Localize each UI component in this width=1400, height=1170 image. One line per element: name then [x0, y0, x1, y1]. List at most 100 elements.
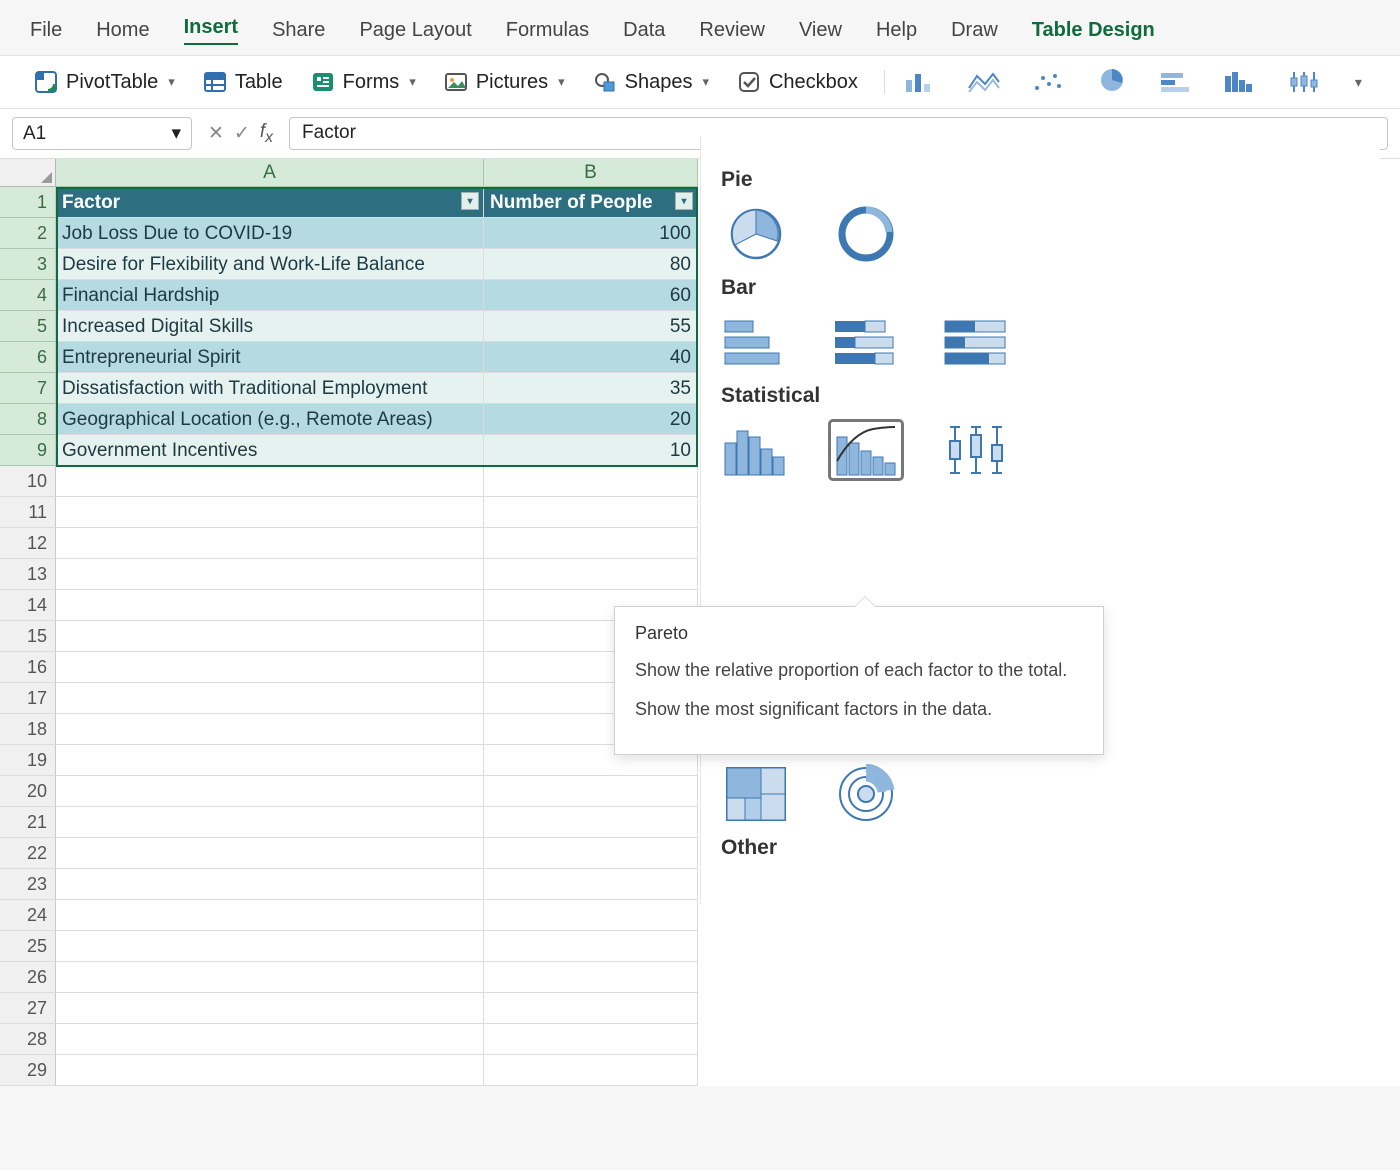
empty-cell[interactable] — [484, 497, 698, 528]
row-header[interactable]: 28 — [0, 1024, 56, 1055]
table-header-factor[interactable]: Factor▾ — [56, 187, 484, 218]
empty-cell[interactable] — [56, 900, 484, 931]
row-header[interactable]: 1 — [0, 187, 56, 218]
cell-factor[interactable]: Job Loss Due to COVID-19 — [56, 218, 484, 249]
filter-dropdown-icon[interactable]: ▾ — [461, 192, 479, 210]
cell-value[interactable]: 80 — [484, 249, 698, 280]
cell-factor[interactable]: Desire for Flexibility and Work-Life Bal… — [56, 249, 484, 280]
empty-cell[interactable] — [56, 683, 484, 714]
table-button[interactable]: Table — [197, 66, 289, 98]
chart-doughnut[interactable] — [831, 206, 901, 262]
row-header[interactable]: 19 — [0, 745, 56, 776]
forms-button[interactable]: Forms ▾ — [305, 66, 422, 98]
chart-pie[interactable] — [721, 206, 791, 262]
row-header[interactable]: 12 — [0, 528, 56, 559]
menu-help[interactable]: Help — [876, 19, 917, 42]
charts-more-dropdown[interactable]: ▾ — [1351, 74, 1366, 91]
chart-bar-clustered[interactable] — [721, 314, 791, 370]
empty-cell[interactable] — [56, 1024, 484, 1055]
cell-factor[interactable]: Increased Digital Skills — [56, 311, 484, 342]
chart-bar-stacked[interactable] — [831, 314, 901, 370]
chart-histogram[interactable] — [721, 422, 791, 478]
row-header[interactable]: 15 — [0, 621, 56, 652]
empty-cell[interactable] — [56, 776, 484, 807]
checkbox-button[interactable]: Checkbox — [731, 66, 864, 98]
boxwhisker-chart-icon[interactable] — [1287, 70, 1321, 94]
row-header[interactable]: 25 — [0, 931, 56, 962]
row-header[interactable]: 24 — [0, 900, 56, 931]
histogram-chart-icon[interactable] — [1223, 70, 1257, 94]
row-header[interactable]: 7 — [0, 373, 56, 404]
empty-cell[interactable] — [56, 931, 484, 962]
menu-table-design[interactable]: Table Design — [1032, 19, 1155, 42]
pictures-button[interactable]: Pictures ▾ — [438, 66, 571, 98]
line-chart-icon[interactable] — [967, 70, 1001, 94]
empty-cell[interactable] — [484, 931, 698, 962]
empty-cell[interactable] — [484, 776, 698, 807]
cell-value[interactable]: 10 — [484, 435, 698, 466]
empty-cell[interactable] — [484, 900, 698, 931]
menu-review[interactable]: Review — [699, 19, 765, 42]
empty-cell[interactable] — [484, 993, 698, 1024]
row-header[interactable]: 27 — [0, 993, 56, 1024]
column-chart-icon[interactable] — [903, 70, 937, 94]
cell-factor[interactable]: Government Incentives — [56, 435, 484, 466]
enter-formula-icon[interactable]: ✓ — [234, 122, 250, 145]
row-header[interactable]: 8 — [0, 404, 56, 435]
empty-cell[interactable] — [56, 559, 484, 590]
row-header[interactable]: 18 — [0, 714, 56, 745]
menu-share[interactable]: Share — [272, 19, 325, 42]
cell-value[interactable]: 40 — [484, 342, 698, 373]
empty-cell[interactable] — [56, 745, 484, 776]
row-header[interactable]: 3 — [0, 249, 56, 280]
chart-sunburst[interactable] — [831, 766, 901, 822]
column-header-A[interactable]: A — [56, 159, 484, 187]
empty-cell[interactable] — [484, 807, 698, 838]
menu-view[interactable]: View — [799, 19, 842, 42]
empty-cell[interactable] — [484, 962, 698, 993]
cell-value[interactable]: 100 — [484, 218, 698, 249]
name-box[interactable]: A1 ▾ — [12, 117, 192, 150]
fx-icon[interactable]: fx — [260, 121, 273, 147]
empty-cell[interactable] — [484, 466, 698, 497]
empty-cell[interactable] — [56, 993, 484, 1024]
row-header[interactable]: 10 — [0, 466, 56, 497]
column-header-B[interactable]: B — [484, 159, 698, 187]
empty-cell[interactable] — [484, 869, 698, 900]
empty-cell[interactable] — [484, 1024, 698, 1055]
cancel-formula-icon[interactable]: ✕ — [208, 122, 224, 145]
menu-home[interactable]: Home — [96, 19, 149, 42]
empty-cell[interactable] — [484, 559, 698, 590]
cell-factor[interactable]: Financial Hardship — [56, 280, 484, 311]
empty-cell[interactable] — [484, 838, 698, 869]
menu-data[interactable]: Data — [623, 19, 665, 42]
bar-chart-icon[interactable] — [1159, 70, 1193, 94]
cell-factor[interactable]: Entrepreneurial Spirit — [56, 342, 484, 373]
empty-cell[interactable] — [56, 714, 484, 745]
empty-cell[interactable] — [56, 621, 484, 652]
empty-cell[interactable] — [56, 466, 484, 497]
select-all-corner[interactable] — [0, 159, 56, 187]
empty-cell[interactable] — [56, 838, 484, 869]
row-header[interactable]: 11 — [0, 497, 56, 528]
cell-value[interactable]: 20 — [484, 404, 698, 435]
empty-cell[interactable] — [56, 1055, 484, 1086]
row-header[interactable]: 14 — [0, 590, 56, 621]
row-header[interactable]: 29 — [0, 1055, 56, 1086]
cell-factor[interactable]: Dissatisfaction with Traditional Employm… — [56, 373, 484, 404]
empty-cell[interactable] — [56, 807, 484, 838]
pie-chart-icon[interactable] — [1095, 70, 1129, 94]
menu-draw[interactable]: Draw — [951, 19, 998, 42]
empty-cell[interactable] — [56, 962, 484, 993]
chart-treemap[interactable] — [721, 766, 791, 822]
empty-cell[interactable] — [484, 528, 698, 559]
row-header[interactable]: 17 — [0, 683, 56, 714]
row-header[interactable]: 13 — [0, 559, 56, 590]
row-header[interactable]: 5 — [0, 311, 56, 342]
row-header[interactable]: 22 — [0, 838, 56, 869]
row-header[interactable]: 21 — [0, 807, 56, 838]
cell-value[interactable]: 55 — [484, 311, 698, 342]
cell-factor[interactable]: Geographical Location (e.g., Remote Area… — [56, 404, 484, 435]
row-header[interactable]: 4 — [0, 280, 56, 311]
row-header[interactable]: 9 — [0, 435, 56, 466]
